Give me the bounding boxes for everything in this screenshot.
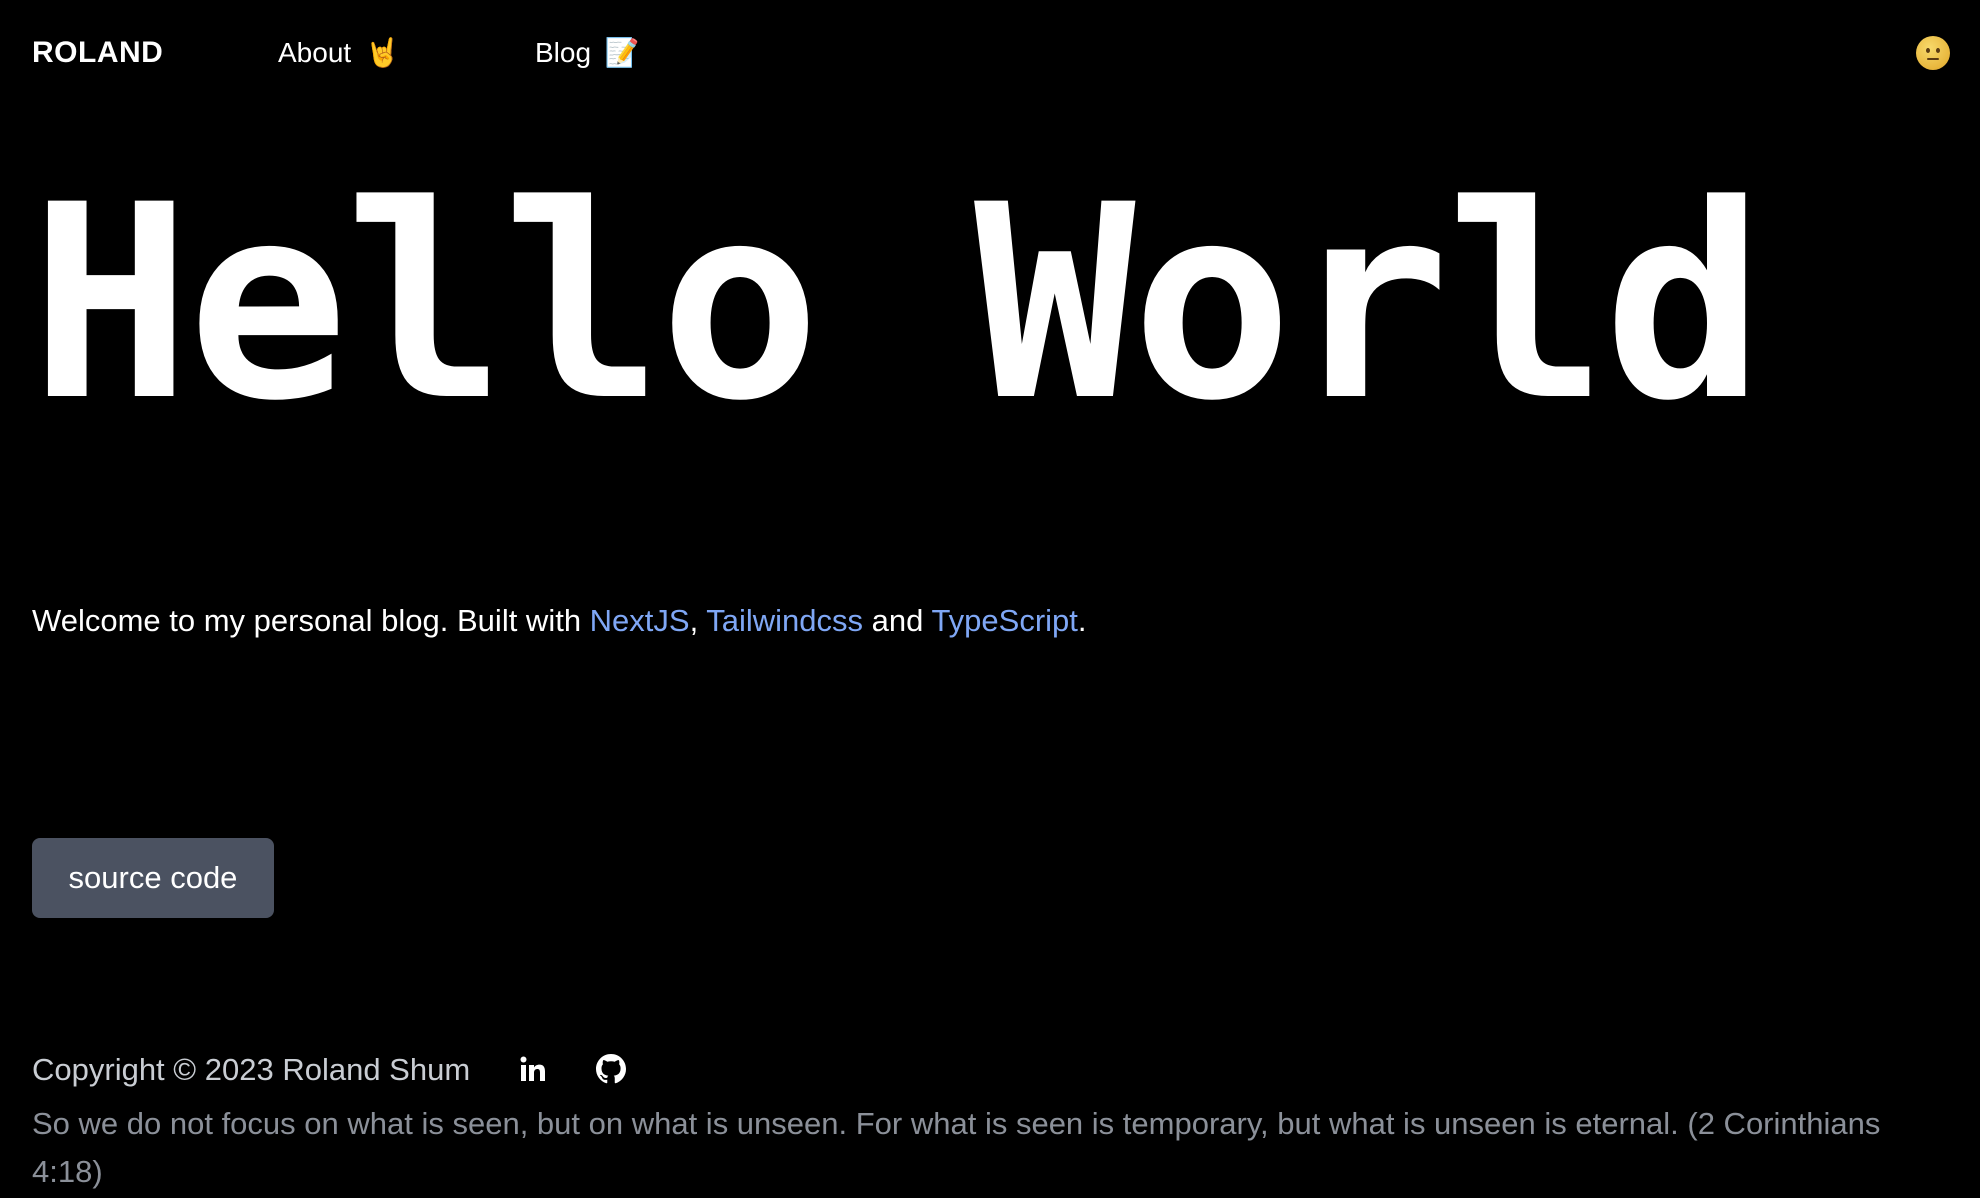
rock-hand-icon: 🤘 xyxy=(364,37,400,68)
bible-quote: So we do not focus on what is seen, but … xyxy=(32,1106,1881,1189)
nav-about-link[interactable]: About 🤘 xyxy=(278,36,400,69)
source-code-button[interactable]: source code xyxy=(32,838,274,918)
nav-about-label: About xyxy=(278,37,352,68)
github-glyph xyxy=(596,1054,626,1084)
hero-title: Hello World xyxy=(30,148,1765,460)
typescript-link[interactable]: TypeScript xyxy=(931,603,1077,638)
copyright-text: Copyright © 2023 Roland Shum xyxy=(32,1052,471,1087)
memo-icon: 📝 xyxy=(604,37,640,68)
github-icon[interactable] xyxy=(594,1052,628,1086)
intro-text: Welcome to my personal blog. Built with … xyxy=(32,603,1087,639)
intro-suffix: . xyxy=(1077,603,1087,638)
linkedin-glyph xyxy=(520,1056,545,1081)
brand-logo[interactable]: ROLAND xyxy=(32,36,163,70)
theme-toggle-face-icon[interactable] xyxy=(1916,36,1950,70)
tailwindcss-link[interactable]: Tailwindcss xyxy=(706,603,863,638)
nav-blog-link[interactable]: Blog 📝 xyxy=(535,36,640,69)
intro-sep1: , xyxy=(689,603,707,638)
face-eye-left xyxy=(1926,48,1930,53)
page: ROLAND About 🤘 Blog 📝 Hello World Welcom… xyxy=(0,0,1980,1198)
nav-blog-label: Blog xyxy=(535,37,592,68)
nextjs-link[interactable]: NextJS xyxy=(590,603,690,638)
face-eye-right xyxy=(1936,48,1940,53)
face-mouth xyxy=(1927,58,1939,60)
linkedin-icon[interactable] xyxy=(516,1052,550,1086)
intro-sep2: and xyxy=(863,603,932,638)
intro-prefix: Welcome to my personal blog. Built with xyxy=(32,603,590,638)
